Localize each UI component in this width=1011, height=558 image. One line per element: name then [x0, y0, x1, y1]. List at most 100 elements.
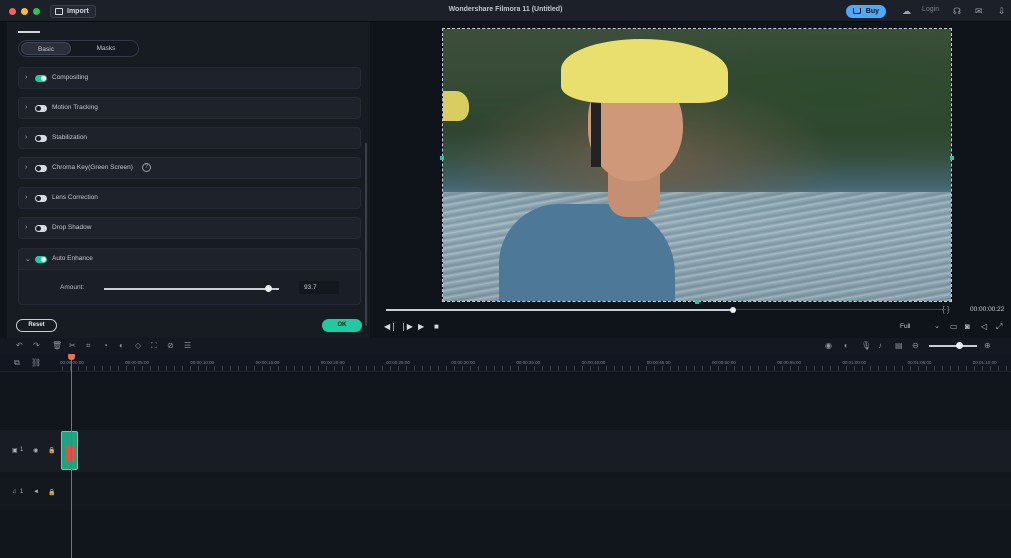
mark-in-out-icon[interactable]: { }: [942, 305, 950, 314]
color-icon[interactable]: ◐: [119, 341, 124, 350]
quality-select[interactable]: Full: [900, 323, 910, 330]
split-audio-icon[interactable]: ⊘: [167, 341, 174, 350]
section-compositing[interactable]: › Compositing: [18, 67, 361, 89]
render-icon[interactable]: ◉: [825, 341, 832, 350]
crop-icon[interactable]: ⌗: [86, 341, 91, 351]
cloud-icon[interactable]: ☁: [902, 6, 911, 16]
chroma-key-toggle[interactable]: [35, 165, 47, 172]
section-chroma-key[interactable]: › Chroma Key(Green Screen) ?: [18, 157, 361, 179]
playhead[interactable]: [71, 356, 72, 558]
lock-icon[interactable]: 🔒: [48, 489, 55, 496]
cut-icon[interactable]: ✂: [69, 341, 76, 350]
ruler-tick-label: 00:00:35:00: [516, 360, 541, 365]
tab-basic[interactable]: Basic: [21, 42, 71, 55]
motion-tracking-toggle[interactable]: [35, 105, 47, 112]
section-label: Lens Correction: [52, 194, 98, 201]
ruler-tick-label: 00:01:05:00: [907, 360, 932, 365]
lock-icon[interactable]: 🔒: [48, 447, 55, 454]
microphone-icon[interactable]: 🎙: [861, 341, 871, 350]
subtitle-icon[interactable]: ▤: [895, 341, 903, 350]
ruler-tick-label: 00:01:00:00: [842, 360, 867, 365]
zoom-in-icon[interactable]: ⊕: [984, 341, 991, 350]
section-auto-enhance[interactable]: ⌄ Auto Enhance: [18, 248, 361, 270]
timeline-zoom-thumb[interactable]: [956, 342, 963, 349]
stabilization-toggle[interactable]: [35, 135, 47, 142]
tab-masks[interactable]: Masks: [81, 42, 131, 55]
section-label: Auto Enhance: [52, 255, 93, 262]
resize-handle[interactable]: [695, 300, 699, 304]
chevron-right-icon[interactable]: ›: [25, 224, 27, 231]
snapshot-icon[interactable]: ◙: [965, 322, 970, 331]
panel-tab-indicator: [18, 31, 40, 33]
resize-handle[interactable]: [950, 156, 954, 160]
amount-slider[interactable]: [104, 288, 279, 290]
section-drop-shadow[interactable]: › Drop Shadow: [18, 217, 361, 239]
playhead-handle[interactable]: [68, 354, 75, 360]
video-track-number: 1: [20, 447, 24, 453]
delete-icon[interactable]: 🗑: [52, 341, 62, 350]
help-icon[interactable]: ?: [142, 163, 151, 172]
ruler-tick-label: 00:00:20:00: [320, 360, 345, 365]
fit-icon[interactable]: ⛶: [151, 341, 157, 351]
speaker-icon[interactable]: ◄: [33, 489, 39, 495]
ruler-tick-label: 00:00:10:00: [190, 360, 215, 365]
play-icon[interactable]: ▶: [418, 322, 424, 331]
video-track[interactable]: [0, 430, 1011, 472]
add-track-icon[interactable]: ⧉: [14, 358, 20, 368]
buy-button[interactable]: Buy: [846, 5, 886, 18]
volume-icon[interactable]: ◁: [981, 322, 987, 331]
voiceover-icon[interactable]: ♪: [878, 341, 882, 350]
adjust-icon[interactable]: ☰: [184, 341, 191, 350]
lens-correction-toggle[interactable]: [35, 195, 47, 202]
video-preview[interactable]: [442, 28, 952, 302]
download-icon[interactable]: ⇩: [998, 6, 1006, 16]
reset-button[interactable]: Reset: [16, 319, 57, 332]
audio-track[interactable]: [0, 478, 1011, 510]
zoom-out-icon[interactable]: ⊖: [912, 341, 919, 350]
auto-enhance-toggle[interactable]: [35, 256, 47, 263]
timeline-zoom-slider[interactable]: [929, 345, 977, 347]
audio-track-number: 1: [20, 489, 24, 495]
undo-icon[interactable]: ↶: [16, 341, 23, 350]
prev-frame-icon[interactable]: ◀❘: [384, 322, 397, 331]
partial-helmet: [443, 91, 469, 121]
fullscreen-icon[interactable]: ⤢: [996, 322, 1002, 332]
speed-icon[interactable]: ◔: [103, 341, 108, 350]
stop-icon[interactable]: ■: [434, 322, 439, 331]
section-motion-tracking[interactable]: › Motion Tracking: [18, 97, 361, 119]
resize-handle[interactable]: [440, 156, 444, 160]
headset-icon[interactable]: ☊: [953, 6, 961, 16]
title-bar: Import Wondershare Filmora 11 (Untitled)…: [0, 0, 1011, 22]
compositing-toggle[interactable]: [35, 75, 47, 82]
chevron-right-icon[interactable]: ›: [25, 74, 27, 81]
amount-slider-thumb[interactable]: [264, 285, 272, 292]
drop-shadow-toggle[interactable]: [35, 225, 47, 232]
monitor-icon[interactable]: ▭: [950, 322, 958, 331]
keyframe-icon[interactable]: ◇: [135, 341, 141, 350]
chevron-right-icon[interactable]: ›: [25, 164, 27, 171]
message-icon[interactable]: ✉: [975, 6, 983, 16]
link-icon[interactable]: ⛓: [31, 358, 41, 367]
cart-icon: [853, 8, 861, 14]
section-stabilization[interactable]: › Stabilization: [18, 127, 361, 149]
panel-scrollbar[interactable]: [365, 143, 367, 326]
clip-thumbnail: [65, 445, 75, 461]
section-lens-correction[interactable]: › Lens Correction: [18, 187, 361, 209]
login-link[interactable]: Login: [922, 6, 939, 13]
ruler-tick-label: 00:00:05:00: [125, 360, 149, 365]
video-clip[interactable]: [61, 431, 78, 470]
marker-icon[interactable]: ◖: [843, 341, 848, 350]
amount-value-field[interactable]: 93.7: [299, 281, 339, 294]
chevron-down-icon[interactable]: ⌄: [934, 322, 940, 330]
chevron-right-icon[interactable]: ›: [25, 194, 27, 201]
redo-icon[interactable]: ↷: [33, 341, 40, 350]
chevron-right-icon[interactable]: ›: [25, 134, 27, 141]
play-frame-icon[interactable]: ❘▶: [400, 322, 413, 331]
chevron-down-icon[interactable]: ⌄: [25, 255, 31, 263]
playback-scrubber[interactable]: [730, 307, 737, 313]
bike-helmet: [561, 39, 728, 103]
ruler-tick-label: 00:00:40:00: [581, 360, 606, 365]
chevron-right-icon[interactable]: ›: [25, 104, 27, 111]
ok-button[interactable]: OK: [322, 319, 362, 332]
eye-icon[interactable]: ◉: [33, 447, 38, 454]
